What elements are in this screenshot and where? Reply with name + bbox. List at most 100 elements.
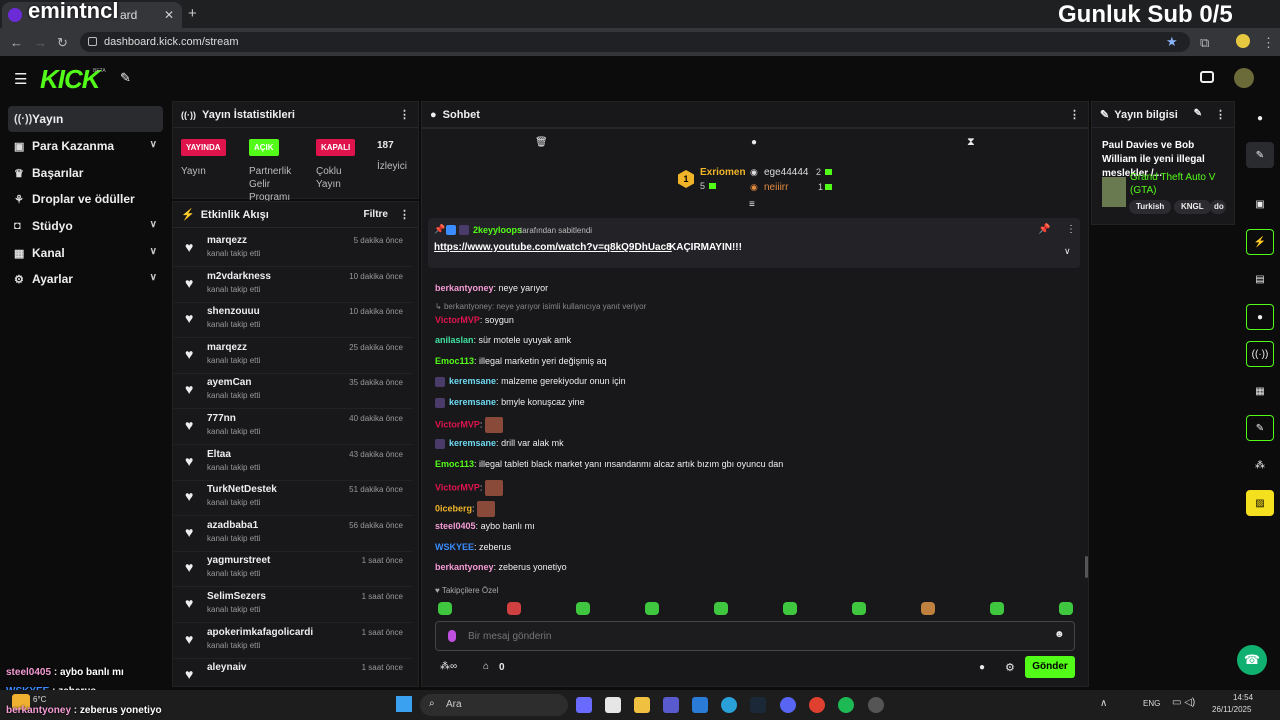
chat-username[interactable]: WSKYEE [435, 542, 474, 552]
language-indicator[interactable]: ENG [1143, 699, 1160, 708]
category-link[interactable]: Grand Theft Auto V (GTA) [1130, 171, 1230, 197]
chat-username[interactable]: keremsane [449, 376, 496, 386]
windows-start-icon[interactable] [396, 696, 412, 712]
trash-icon[interactable]: 🗑 [535, 137, 548, 148]
more-options-icon[interactable]: ⋮ [399, 108, 410, 121]
more-options-icon[interactable]: ⋮ [1215, 108, 1226, 121]
activity-event-row[interactable]: ♥ azadbaba1 kanalı takip etti 56 dakika önc… [173, 516, 413, 552]
sidebar-item-ayarlar[interactable]: ⚙ Ayarlar ∨ [8, 266, 163, 292]
copilot-icon[interactable] [576, 697, 592, 713]
new-tab-icon[interactable]: + [188, 5, 197, 22]
chat-username[interactable]: keremsane [449, 438, 496, 448]
network-volume-icon[interactable]: ▭ ◁) [1172, 697, 1195, 708]
chat-username[interactable]: keremsane [449, 397, 496, 407]
close-tab-icon[interactable]: ✕ [164, 8, 174, 22]
quick-emote-button[interactable] [438, 602, 452, 615]
expand-leaderboard-icon[interactable]: ≡ [749, 199, 755, 210]
activity-event-row[interactable]: ♥ 777nn kanalı takip etti 40 dakika önce [173, 409, 413, 445]
store-app-icon[interactable] [605, 697, 621, 713]
clapper-icon[interactable]: ▨ [1246, 490, 1274, 516]
gear-icon[interactable]: ⚙ [1005, 661, 1015, 674]
quick-emote-button[interactable] [852, 602, 866, 615]
steam-icon[interactable] [750, 697, 766, 713]
document-icon[interactable]: ▤ [1246, 266, 1274, 292]
broadcast-icon[interactable]: ((·)) [1246, 341, 1274, 367]
chat-username[interactable]: VictorMVP [435, 482, 480, 492]
chat-username[interactable]: berkantyoney [435, 283, 494, 293]
chat-settings-bubble-icon[interactable]: ● [979, 662, 985, 673]
quick-emote-button[interactable] [507, 602, 521, 615]
more-options-icon[interactable]: ⋮ [1066, 224, 1076, 235]
pencil-icon[interactable]: ✎ [1246, 142, 1274, 168]
quick-emote-button[interactable] [714, 602, 728, 615]
chat-input-box[interactable]: ☻ [435, 621, 1075, 651]
sidebar-item-yayin[interactable]: ((·)) Yayın [8, 106, 163, 132]
stream-tag[interactable]: KNGL [1174, 200, 1211, 214]
edit-icon[interactable]: ✎ [1194, 108, 1202, 119]
chat-username[interactable]: Emoc113 [435, 356, 474, 366]
send-button[interactable]: Gönder [1025, 656, 1075, 678]
quick-emote-button[interactable] [921, 602, 935, 615]
user-avatar[interactable] [1234, 68, 1254, 88]
reload-icon[interactable]: ↻ [57, 35, 68, 51]
activity-event-row[interactable]: ♥ marqezz kanalı takip etti 5 dakika önce [173, 231, 413, 267]
activity-event-row[interactable]: ♥ aleynaiv 1 saat önce [173, 658, 413, 686]
activity-event-row[interactable]: ♥ shenzouuu kanalı takip etti 10 dakika önc… [173, 302, 413, 339]
browser-menu-icon[interactable]: ⋮ [1262, 35, 1275, 51]
taskbar-search[interactable]: ⌕ Ara [420, 694, 568, 716]
chat-username[interactable]: berkantyoney [435, 562, 494, 572]
tools-icon[interactable]: ✎ [120, 70, 131, 86]
file-explorer-icon[interactable] [634, 697, 650, 713]
activity-event-row[interactable]: ♥ yagmurstreet kanalı takip etti 1 saat önc… [173, 551, 413, 588]
chat-bubble-icon[interactable]: ● [1246, 304, 1274, 330]
chat-username[interactable]: Emoc113 [435, 459, 474, 469]
apps-icon[interactable]: ⁂ [1246, 452, 1274, 478]
chat-message-input[interactable] [468, 628, 1038, 644]
sidebar-item-para-kazanma[interactable]: ▣ Para Kazanma ∨ [8, 133, 163, 159]
profile-avatar-icon[interactable] [1236, 34, 1250, 48]
extensions-icon[interactable]: ⧉ [1200, 35, 1209, 51]
wrench-icon[interactable]: ✎ [1246, 415, 1274, 441]
mail-icon[interactable] [692, 697, 708, 713]
chevron-down-icon[interactable]: ∨ [1064, 246, 1071, 257]
quick-emote-button[interactable] [1059, 602, 1073, 615]
chat-username[interactable]: VictorMVP [435, 315, 480, 325]
focus-icon[interactable]: ▣ [1246, 191, 1274, 217]
activity-event-row[interactable]: ♥ marqezz kanalı takip etti 25 dakika önce [173, 338, 413, 374]
microphone-icon[interactable] [448, 630, 456, 642]
quick-emote-button[interactable] [576, 602, 590, 615]
chevron-up-icon[interactable]: ∧ [1100, 698, 1107, 709]
chat-username[interactable]: steel0405 [435, 521, 476, 531]
chat-username[interactable]: 0iceberg [435, 503, 472, 513]
activity-event-row[interactable]: ♥ Eltaa kanalı takip etti 43 dakika önce [173, 445, 413, 481]
stream-tag[interactable]: do [1210, 200, 1226, 214]
emoji-icon[interactable]: ☻ [1054, 629, 1065, 640]
chat-bubble-icon[interactable]: ● [751, 137, 757, 148]
back-icon[interactable]: ← [10, 35, 23, 50]
chrome-icon[interactable] [809, 697, 825, 713]
quick-emote-button[interactable] [645, 602, 659, 615]
activity-event-row[interactable]: ♥ m2vdarkness kanalı takip etti 10 dakika ö… [173, 267, 413, 303]
chat-username[interactable]: anilaslan [435, 335, 474, 345]
chat-scrollbar[interactable] [1085, 556, 1088, 578]
activity-event-row[interactable]: ♥ ayemCan kanalı takip etti 35 dakika önce [173, 373, 413, 410]
sidebar-item-studyo[interactable]: ◘ Stüdyo ∨ [8, 213, 163, 239]
lightning-icon[interactable]: ⚡ [1246, 229, 1274, 255]
filter-button[interactable]: Filtre [364, 209, 388, 220]
discord-icon[interactable] [780, 697, 796, 713]
more-options-icon[interactable]: ⋮ [1069, 108, 1080, 121]
hamburger-menu-icon[interactable]: ☰ [14, 70, 27, 88]
quick-emote-button[interactable] [990, 602, 1004, 615]
activity-event-row[interactable]: ♥ SelimSezers kanalı takip etti 1 saat önce [173, 587, 413, 623]
site-info-icon[interactable] [88, 37, 97, 46]
sidebar-item-kanal[interactable]: ▦ Kanal ∨ [8, 240, 163, 266]
app-icon[interactable] [868, 697, 884, 713]
activity-event-row[interactable]: ♥ TurkNetDestek kanalı takip etti 51 dakika… [173, 480, 413, 517]
hourglass-icon[interactable]: ⧗ [967, 136, 975, 149]
bookmark-star-icon[interactable]: ★ [1166, 34, 1178, 50]
creator-icon[interactable] [1200, 71, 1214, 83]
url-field[interactable]: dashboard.kick.com/stream ★ [80, 32, 1190, 52]
sidebar-item-droplar[interactable]: ⚘ Droplar ve ödüller [8, 186, 163, 212]
quick-emote-button[interactable] [783, 602, 797, 615]
info-icon[interactable]: ● [1246, 105, 1274, 131]
